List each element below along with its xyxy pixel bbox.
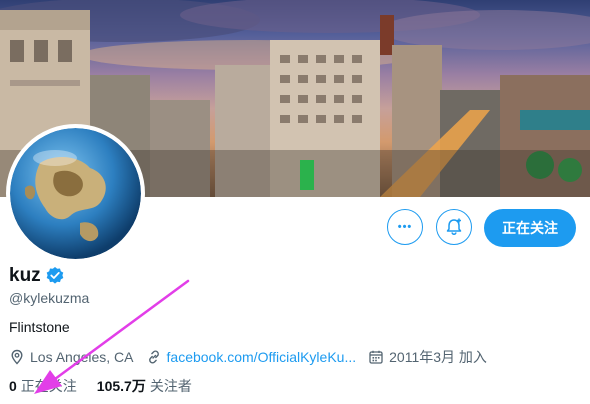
verified-badge-icon — [45, 266, 65, 286]
following-count: 0 — [9, 378, 17, 394]
followers-stat[interactable]: 105.7万 关注者 — [97, 376, 192, 396]
profile-bio: Flintstone — [9, 319, 70, 335]
profile-handle: @kylekuzma — [9, 290, 90, 306]
website-link[interactable]: facebook.com/OfficialKyleKu... — [167, 349, 357, 365]
joined-item: 2011年3月 加入 — [368, 347, 487, 367]
followers-count: 105.7万 — [96, 378, 146, 394]
joined-text: 2011年3月 加入 — [389, 349, 487, 365]
location-text: Los Angeles, CA — [30, 349, 134, 365]
profile-name-row: kuz — [9, 265, 65, 287]
location-pin-icon — [11, 349, 23, 365]
following-button[interactable]: 正在关注 — [484, 209, 576, 247]
followers-label: 关注者 — [149, 378, 192, 394]
more-horizontal-icon: ••• — [397, 221, 413, 233]
profile-avatar[interactable] — [6, 124, 145, 263]
profile-meta: Los Angeles, CA facebook.com/OfficialKyl… — [9, 347, 499, 367]
display-name: kuz — [9, 265, 41, 286]
calendar-icon — [369, 350, 383, 364]
link-icon — [148, 350, 159, 364]
location-item: Los Angeles, CA — [9, 349, 134, 365]
website-item: facebook.com/OfficialKyleKu... — [146, 349, 357, 365]
more-button[interactable]: ••• — [387, 209, 423, 245]
notifications-button[interactable] — [436, 209, 472, 245]
bell-plus-icon — [446, 218, 462, 236]
following-stat[interactable]: 0 正在关注 — [9, 376, 77, 396]
following-label: 正在关注 — [20, 378, 77, 394]
profile-stats: 0 正在关注 105.7万 关注者 — [9, 376, 212, 396]
